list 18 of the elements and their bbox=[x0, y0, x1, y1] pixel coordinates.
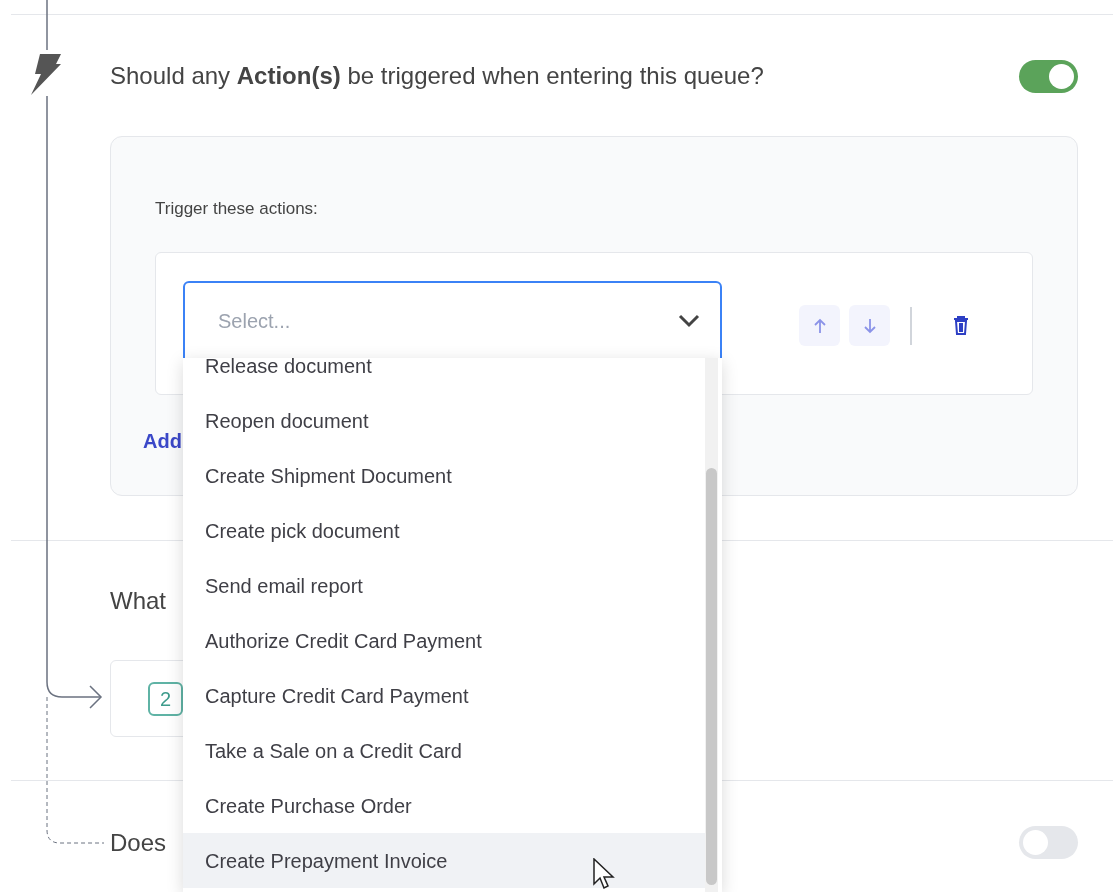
scrollbar[interactable] bbox=[705, 358, 718, 892]
dropdown-option[interactable]: Create Prepayment Invoice bbox=[183, 833, 705, 888]
select-placeholder: Select... bbox=[218, 308, 291, 334]
add-action-link[interactable]: Add bbox=[143, 426, 182, 456]
toggle-switch[interactable] bbox=[1019, 826, 1078, 859]
toggle-switch[interactable] bbox=[1019, 59, 1078, 93]
move-up-button[interactable] bbox=[799, 305, 840, 346]
trash-icon bbox=[953, 316, 969, 335]
move-down-button[interactable] bbox=[849, 305, 890, 346]
question-text: What bbox=[110, 586, 166, 616]
chevron-down-icon bbox=[678, 313, 700, 328]
lightning-icon bbox=[30, 53, 62, 95]
dropdown-option[interactable]: Release document bbox=[183, 358, 705, 393]
arrow-down-icon bbox=[863, 317, 876, 334]
question-text: Should any Action(s) be triggered when entering this queue? bbox=[110, 61, 764, 91]
arrow-up-icon bbox=[813, 317, 826, 334]
field-label: Trigger these actions: bbox=[155, 198, 319, 220]
question-text: Does bbox=[110, 827, 167, 858]
